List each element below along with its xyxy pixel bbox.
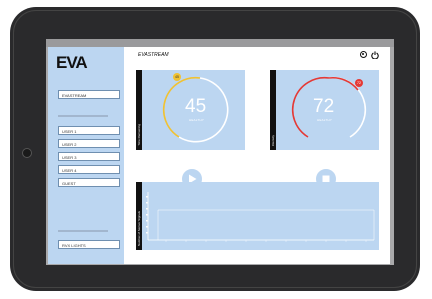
sidebar-item-evastream[interactable]: EVASTREAM <box>58 90 120 99</box>
camera-icon <box>22 148 32 158</box>
card-strip: Intensity <box>270 70 276 150</box>
card-strip: Time Remaining <box>136 70 142 150</box>
signal-graph <box>146 192 375 242</box>
strip-label: Intensity <box>271 134 275 146</box>
sidebar-item-guest[interactable]: GUEST <box>58 178 120 187</box>
gauge-sublabel: HEALTHY <box>317 118 333 122</box>
gauge-value: 45 <box>185 96 207 117</box>
gauge-badge: 45 <box>173 73 181 81</box>
strip-label: Time Remaining <box>137 124 141 146</box>
gauge-card-time: Time Remaining 45 45 HEALTHY <box>136 70 245 150</box>
circle-icon[interactable] <box>360 51 367 58</box>
gauge-value: 72 <box>313 96 335 117</box>
divider-dots <box>58 115 108 117</box>
sidebar-item-user-2[interactable]: USER 2 <box>58 139 120 148</box>
screen: EVA EVASTREAM USER 1 USER 2 USER 3 USER … <box>46 39 394 265</box>
page-title: EVASTREAM <box>138 52 169 58</box>
gauge-card-intensity: Intensity 72 72 HEALTHY <box>270 70 379 150</box>
sidebar-item-rvx-lights[interactable]: RVX LIGHTS <box>58 240 120 249</box>
app-window: EVA EVASTREAM USER 1 USER 2 USER 3 USER … <box>48 47 390 264</box>
card-strip: Number of Sensor Signals <box>136 182 142 250</box>
sidebar-item-user-1[interactable]: USER 1 <box>58 126 120 135</box>
strip-label: Number of Sensor Signals <box>137 210 141 246</box>
sidebar-item-user-3[interactable]: USER 3 <box>58 152 120 161</box>
app-logo: EVA <box>56 53 88 72</box>
power-icon[interactable] <box>371 51 379 59</box>
status-bar <box>46 39 394 47</box>
sidebar: EVA EVASTREAM USER 1 USER 2 USER 3 USER … <box>48 47 124 264</box>
gauge-sublabel: HEALTHY <box>189 118 205 122</box>
sidebar-item-user-4[interactable]: USER 4 <box>58 165 120 174</box>
gauge-badge: 72 <box>355 79 363 87</box>
main-panel: EVASTREAM Time Remaining 45 45 HEALTHY I… <box>124 47 390 264</box>
signal-graph-card: Number of Sensor Signals <box>136 182 379 250</box>
divider-dots-bottom <box>58 230 108 232</box>
